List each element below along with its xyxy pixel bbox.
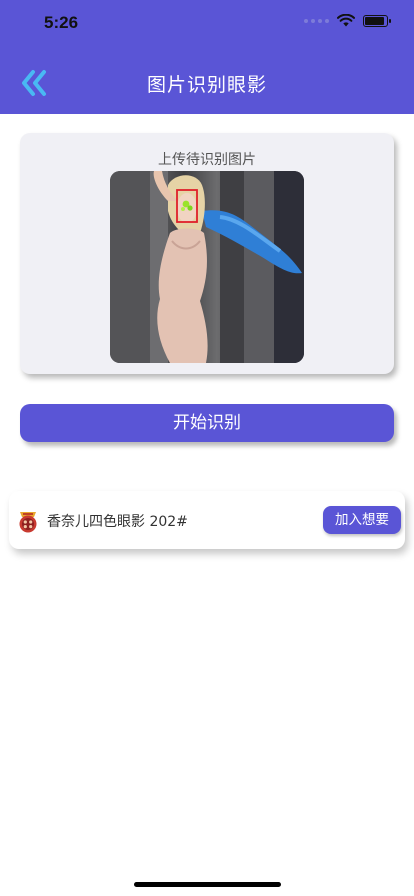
chanel-eyeshadow-icon	[19, 512, 37, 533]
screen: 5:26 图片识别眼影 上传待识别图片 开始识别 香奈儿四色眼影 202# 加入…	[0, 0, 414, 896]
add-to-wishlist-button[interactable]: 加入想要	[323, 506, 401, 534]
page-title: 图片识别眼影	[146, 74, 267, 96]
product-name: 香奈儿四色眼影 202#	[47, 514, 188, 530]
status-icons	[304, 14, 391, 27]
home-indicator[interactable]	[134, 882, 281, 887]
photo-illustration	[110, 171, 304, 363]
header: 5:26 图片识别眼影	[0, 0, 414, 114]
start-recognition-button[interactable]: 开始识别	[20, 404, 394, 442]
upload-card[interactable]: 上传待识别图片	[20, 133, 394, 374]
upload-label: 上传待识别图片	[158, 152, 256, 168]
uploaded-photo[interactable]	[110, 171, 304, 363]
battery-icon	[363, 14, 391, 27]
signal-dots-icon	[304, 18, 329, 23]
result-row[interactable]: 香奈儿四色眼影 202# 加入想要	[9, 491, 405, 549]
wifi-icon	[337, 14, 355, 27]
status-time: 5:26	[44, 13, 79, 32]
